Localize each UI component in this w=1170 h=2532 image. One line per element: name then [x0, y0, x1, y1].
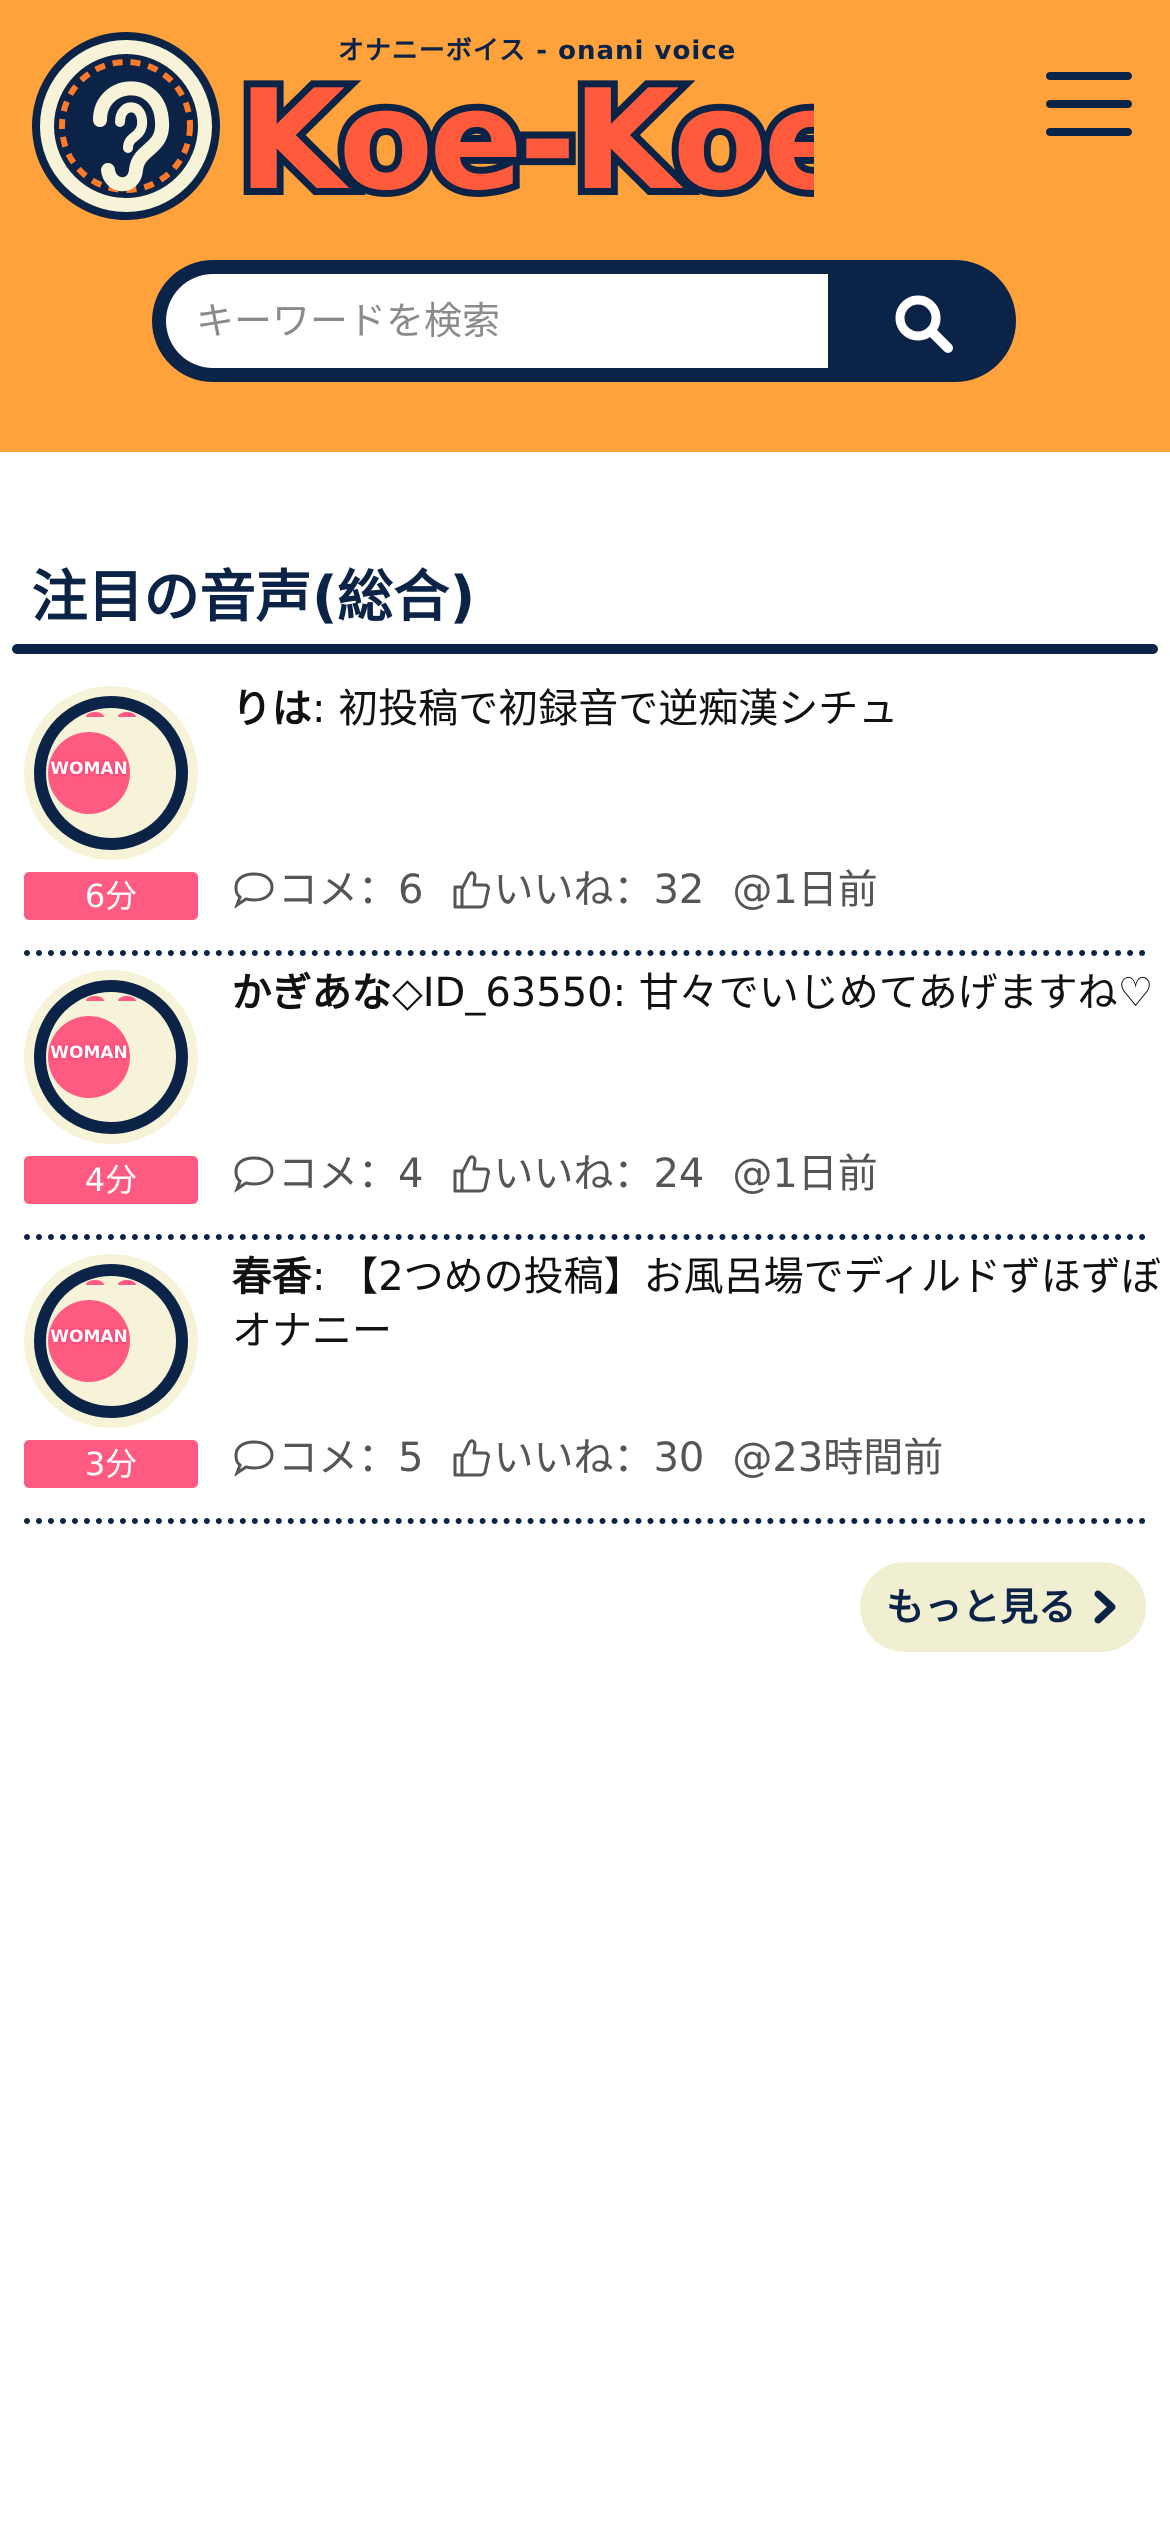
speech-bubble-icon [233, 872, 274, 909]
like-count: いいね：32 [493, 867, 705, 913]
author-name[interactable]: 春香 [232, 1254, 312, 1300]
list-item[interactable]: WOMAN 3分 春香: 【2つめの投稿】お風呂場でディルドずほずぼオナニー コ… [24, 1240, 1161, 1524]
like-count: いいね：30 [493, 1435, 705, 1481]
posted-time: @1日前 [732, 1151, 878, 1197]
thumbs-up-icon [453, 1155, 491, 1193]
search-bar [152, 260, 1016, 382]
avatar[interactable]: WOMAN [24, 686, 198, 860]
item-title[interactable]: りは: 初投稿で初録音で逆痴漢シチュ [232, 682, 1162, 736]
thumbs-up-icon [453, 1439, 491, 1477]
logo-text-fill: Koe-Koe [238, 60, 814, 218]
logo-wordmark[interactable]: Koe-Koe Koe-Koe [234, 58, 814, 218]
author-separator: : [312, 686, 339, 732]
more-button[interactable]: もっと見る [860, 1562, 1146, 1652]
item-meta: コメ：4 いいね：24 @1日前 [232, 1146, 906, 1202]
item-meta: コメ：5 いいね：30 @23時間前 [232, 1430, 971, 1486]
author-separator: : [312, 1254, 339, 1300]
comment-count: コメ：6 [278, 867, 424, 913]
search-icon [895, 295, 953, 353]
like-count: いいね：24 [493, 1151, 705, 1197]
comment-count: コメ：4 [278, 1151, 424, 1197]
title-text[interactable]: 初投稿で初録音で逆痴漢シチュ [338, 686, 898, 732]
speech-bubble-icon [233, 1156, 274, 1193]
avatar-label: WOMAN [50, 1043, 128, 1063]
section-divider [12, 644, 1158, 654]
speech-bubble-icon [233, 1440, 274, 1477]
author-name[interactable]: かぎあな [232, 970, 392, 1016]
search-button[interactable] [842, 270, 1004, 372]
item-title[interactable]: かぎあな◇ID_63550: 甘々でいじめてあげますね♡ [232, 966, 1162, 1020]
avatar[interactable]: WOMAN [24, 1254, 198, 1428]
posted-time: @1日前 [732, 867, 878, 913]
avatar[interactable]: WOMAN [24, 970, 198, 1144]
comment-count: コメ：5 [278, 1435, 424, 1481]
duration-badge: 4分 [24, 1156, 198, 1204]
menu-icon[interactable] [1046, 72, 1132, 136]
thumbs-up-icon [453, 871, 491, 909]
title-text[interactable]: 【2つめの投稿】お風呂場でディルドずほずぼオナニー [232, 1254, 1161, 1354]
ear-logo-icon[interactable] [30, 30, 222, 222]
item-title[interactable]: 春香: 【2つめの投稿】お風呂場でディルドずほずぼオナニー [232, 1250, 1162, 1358]
item-meta: コメ：6 いいね：32 @1日前 [232, 862, 906, 918]
author-separator: ◇ID_63550: [392, 970, 639, 1016]
avatar-label: WOMAN [50, 759, 128, 779]
duration-badge: 3分 [24, 1440, 198, 1488]
posted-time: @23時間前 [732, 1435, 944, 1481]
author-name[interactable]: りは [232, 686, 312, 732]
duration-badge: 6分 [24, 872, 198, 920]
more-button-label: もっと見る [886, 1585, 1077, 1629]
list-item[interactable]: WOMAN 6分 りは: 初投稿で初録音で逆痴漢シチュ コメ：6 いいね：32 … [24, 672, 1146, 956]
section-title: 注目の音声(総合) [32, 565, 476, 630]
avatar-label: WOMAN [50, 1327, 128, 1347]
site-header: オナニーボイス - onani voice Koe-Koe Koe-Koe [0, 0, 1170, 452]
chevron-right-icon [1094, 1590, 1116, 1624]
title-text[interactable]: 甘々でいじめてあげますね♡ [639, 970, 1154, 1016]
search-input[interactable] [166, 274, 828, 368]
list-item[interactable]: WOMAN 4分 かぎあな◇ID_63550: 甘々でいじめてあげますね♡ コメ… [24, 956, 1153, 1240]
